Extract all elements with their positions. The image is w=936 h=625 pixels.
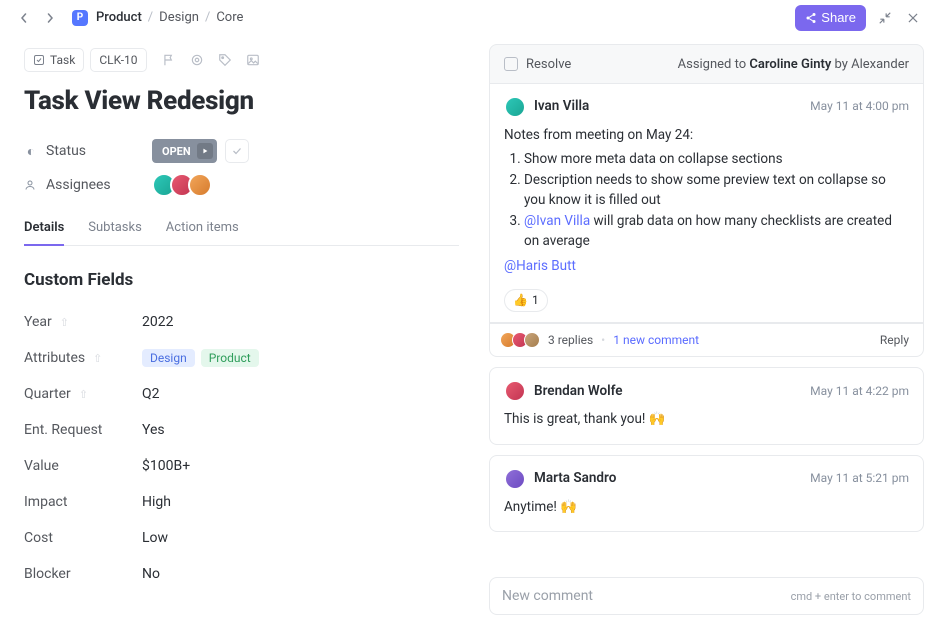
- comment-body: This is great, thank you! 🙌: [504, 410, 909, 430]
- assignees-label: Assignees: [46, 177, 111, 193]
- comment: Brendan Wolfe May 11 at 4:22 pm This is …: [489, 367, 924, 445]
- cf-value[interactable]: High: [142, 494, 171, 510]
- cf-label: Quarter: [24, 386, 71, 402]
- comment-timestamp: May 11 at 4:00 pm: [810, 98, 909, 115]
- share-button[interactable]: Share: [795, 5, 866, 31]
- tabs: Details Subtasks Action items: [24, 212, 459, 246]
- comment-author[interactable]: Marta Sandro: [534, 469, 616, 489]
- cf-label: Attributes: [24, 350, 85, 366]
- mark-complete-button[interactable]: [225, 139, 249, 163]
- cf-label: Value: [24, 458, 59, 474]
- status-icon: ◐: [24, 143, 38, 160]
- close-icon[interactable]: [904, 9, 922, 27]
- sprint-icon[interactable]: [189, 52, 205, 68]
- image-icon[interactable]: [245, 52, 261, 68]
- space-icon: P: [72, 10, 88, 26]
- assignees-icon: [24, 179, 38, 191]
- tag[interactable]: Design: [142, 349, 195, 367]
- resolve-label[interactable]: Resolve: [526, 57, 571, 72]
- thread-header: Resolve Assigned to Caroline Ginty by Al…: [489, 44, 924, 84]
- avatar: [524, 332, 540, 348]
- cf-value[interactable]: 2022: [142, 314, 173, 330]
- comment: Ivan Villa May 11 at 4:00 pm Notes from …: [489, 84, 924, 323]
- comment-author[interactable]: Brendan Wolfe: [534, 382, 623, 402]
- cf-value[interactable]: Design Product: [142, 349, 265, 367]
- cf-value[interactable]: Low: [142, 530, 168, 546]
- mention[interactable]: @Haris Butt: [504, 258, 576, 274]
- tab-details[interactable]: Details: [24, 212, 64, 245]
- thread-footer: 3 replies • 1 new comment Reply: [489, 323, 924, 357]
- tag[interactable]: Product: [201, 349, 259, 367]
- cf-value[interactable]: Q2: [142, 386, 160, 402]
- breadcrumb-item[interactable]: Product: [96, 10, 142, 25]
- avatar[interactable]: [504, 380, 526, 402]
- cf-value[interactable]: No: [142, 566, 160, 582]
- comment-body: Notes from meeting on May 24: Show more …: [504, 126, 909, 312]
- cf-value[interactable]: Yes: [142, 422, 165, 438]
- task-id-chip[interactable]: CLK-10: [90, 48, 146, 72]
- cf-label: Blocker: [24, 566, 71, 582]
- composer-placeholder: New comment: [502, 588, 593, 604]
- avatar[interactable]: [188, 173, 212, 197]
- tab-action-items[interactable]: Action items: [166, 212, 239, 245]
- cf-label: Impact: [24, 494, 67, 510]
- tab-subtasks[interactable]: Subtasks: [88, 212, 142, 245]
- comment-body: Anytime! 🙌: [504, 498, 909, 518]
- nav-back-button[interactable]: [14, 8, 34, 28]
- minimize-icon[interactable]: [876, 9, 894, 27]
- breadcrumb[interactable]: P Product / Design / Core: [66, 10, 243, 26]
- avatar[interactable]: [504, 468, 526, 490]
- reaction-chip[interactable]: 👍1: [504, 289, 548, 312]
- cf-label: Cost: [24, 530, 53, 546]
- task-type-chip[interactable]: Task: [24, 48, 84, 72]
- custom-fields-heading: Custom Fields: [24, 270, 459, 290]
- assigned-user[interactable]: Caroline Ginty: [749, 57, 831, 72]
- status-pill[interactable]: OPEN: [152, 139, 217, 163]
- tag-icon[interactable]: [217, 52, 233, 68]
- comment-timestamp: May 11 at 5:21 pm: [810, 470, 909, 487]
- reply-count[interactable]: 3 replies: [548, 333, 593, 347]
- assigned-text: Assigned to Caroline Ginty by Alexander: [678, 57, 909, 72]
- flag-icon[interactable]: [161, 52, 177, 68]
- comment-composer[interactable]: New comment cmd + enter to comment: [489, 577, 924, 615]
- comment: Marta Sandro May 11 at 5:21 pm Anytime! …: [489, 455, 924, 533]
- comment-timestamp: May 11 at 4:22 pm: [810, 383, 909, 400]
- assignees-avatars[interactable]: [152, 173, 212, 197]
- reply-button[interactable]: Reply: [880, 333, 909, 347]
- status-label: Status: [46, 143, 86, 159]
- cf-label: Year: [24, 314, 52, 330]
- pin-icon: ⇧: [93, 352, 102, 365]
- avatar[interactable]: [504, 96, 526, 118]
- composer-hint: cmd + enter to comment: [791, 590, 911, 603]
- comment-author[interactable]: Ivan Villa: [534, 97, 589, 117]
- breadcrumb-item[interactable]: Design: [159, 10, 199, 25]
- mention[interactable]: @Ivan Villa: [524, 213, 590, 229]
- cf-label: Ent. Request: [24, 422, 102, 438]
- cf-value[interactable]: $100B+: [142, 458, 190, 474]
- status-advance-icon[interactable]: [197, 143, 213, 159]
- task-title[interactable]: Task View Redesign: [24, 86, 459, 116]
- pin-icon: ⇧: [79, 388, 88, 401]
- pin-icon: ⇧: [60, 316, 69, 329]
- nav-forward-button[interactable]: [40, 8, 60, 28]
- breadcrumb-item[interactable]: Core: [216, 10, 243, 25]
- new-comment-count[interactable]: 1 new comment: [613, 333, 699, 347]
- resolve-checkbox[interactable]: [504, 57, 518, 71]
